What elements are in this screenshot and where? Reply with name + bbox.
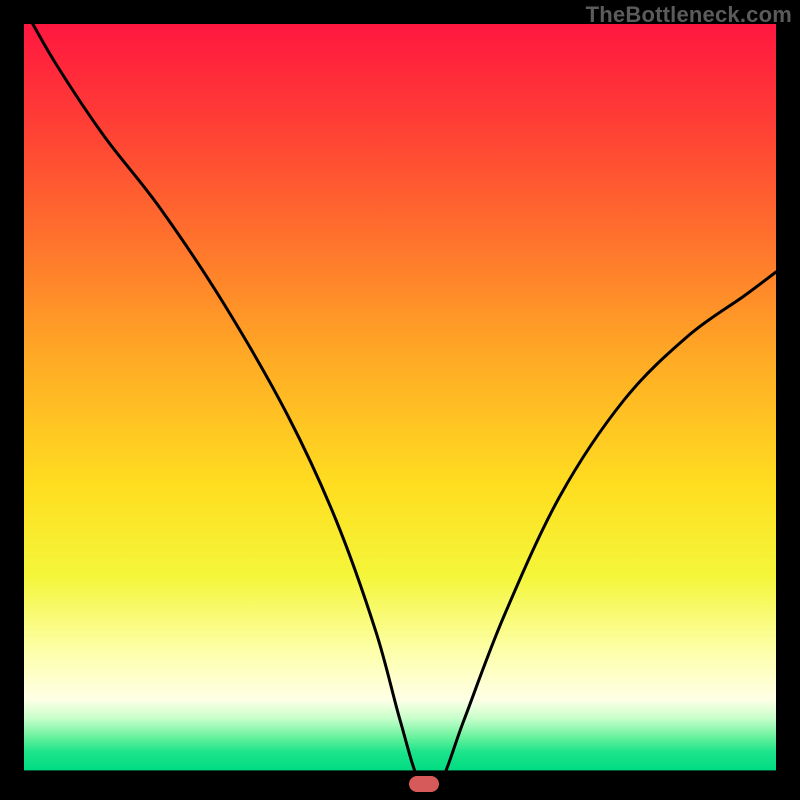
bottleneck-chart [0, 0, 800, 800]
gradient-plot-area [24, 24, 776, 770]
optimum-marker [409, 776, 439, 792]
watermark-label: TheBottleneck.com [586, 2, 792, 28]
chart-stage: TheBottleneck.com [0, 0, 800, 800]
